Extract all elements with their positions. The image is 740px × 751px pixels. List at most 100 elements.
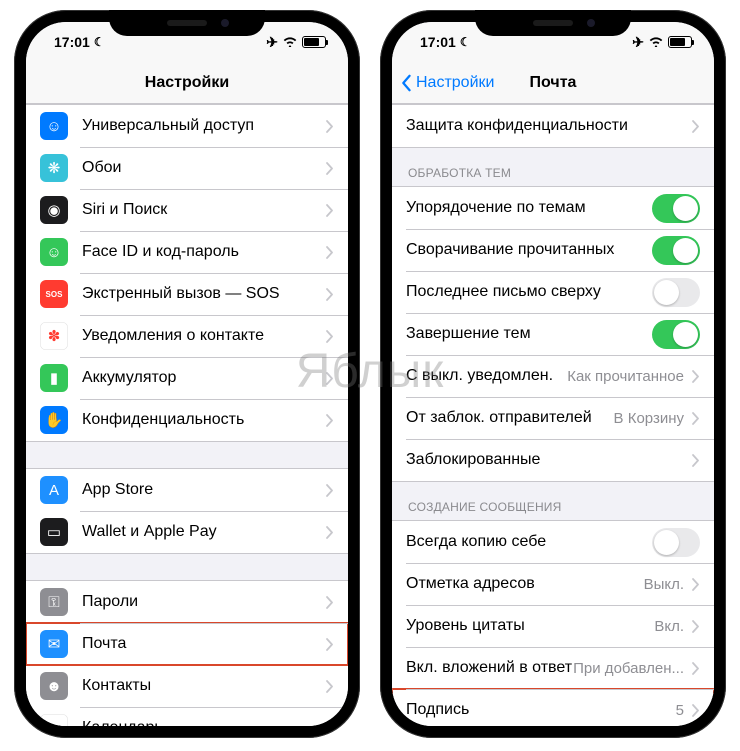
settings-row[interactable]: Сворачивание прочитанных: [392, 229, 714, 271]
row-label: Уведомления о контакте: [82, 327, 326, 345]
chevron-right-icon: [326, 162, 334, 175]
settings-row[interactable]: ✽ Уведомления о контакте: [26, 315, 348, 357]
row-detail: Как прочитанное: [567, 368, 684, 385]
chevron-right-icon: [326, 414, 334, 427]
settings-row[interactable]: Отметка адресовВыкл.: [392, 563, 714, 605]
row-icon: ☻: [40, 672, 68, 700]
settings-row[interactable]: ◉ Siri и Поиск: [26, 189, 348, 231]
settings-row[interactable]: ▮ Аккумулятор: [26, 357, 348, 399]
settings-row[interactable]: Последнее письмо сверху: [392, 271, 714, 313]
settings-row[interactable]: AApp Store: [26, 469, 348, 511]
settings-row[interactable]: ✉Почта: [26, 623, 348, 665]
chevron-right-icon: [692, 454, 700, 467]
group-header: СОЗДАНИЕ СООБЩЕНИЯ: [392, 482, 714, 520]
chevron-right-icon: [692, 620, 700, 633]
row-icon: ✽: [40, 322, 68, 350]
settings-row[interactable]: Подпись5: [392, 689, 714, 726]
settings-row[interactable]: Уровень цитатыВкл.: [392, 605, 714, 647]
chevron-right-icon: [326, 526, 334, 539]
settings-row[interactable]: ☺Универсальный доступ: [26, 105, 348, 147]
settings-row[interactable]: ☻ Контакты: [26, 665, 348, 707]
airplane-icon: ✈: [632, 34, 644, 51]
settings-row[interactable]: С выкл. уведомлен.Как прочитанное: [392, 355, 714, 397]
row-icon: ☺: [40, 238, 68, 266]
chevron-right-icon: [692, 120, 700, 133]
chevron-right-icon: [326, 638, 334, 651]
toggle-switch[interactable]: [652, 320, 700, 349]
settings-row[interactable]: ▭Календарь: [26, 707, 348, 726]
settings-row[interactable]: ▭Wallet и Apple Pay: [26, 511, 348, 553]
nav-bar: Настройки: [26, 62, 348, 104]
settings-row[interactable]: ❋ Обои: [26, 147, 348, 189]
settings-row[interactable]: Упорядочение по темам: [392, 187, 714, 229]
chevron-right-icon: [692, 578, 700, 591]
row-label: Обои: [82, 159, 326, 177]
settings-row[interactable]: Заблокированные: [392, 439, 714, 481]
row-icon: ▮: [40, 364, 68, 392]
page-title: Почта: [530, 74, 577, 92]
row-label: Siri и Поиск: [82, 201, 326, 219]
row-label: Заблокированные: [406, 451, 692, 469]
chevron-right-icon: [692, 704, 700, 717]
airplane-icon: ✈: [266, 34, 278, 51]
page-title: Настройки: [145, 74, 229, 92]
row-detail: Вкл.: [654, 618, 684, 635]
group-header: ОБРАБОТКА ТЕМ: [392, 148, 714, 186]
settings-row[interactable]: ☺Face ID и код-пароль: [26, 231, 348, 273]
settings-row[interactable]: От заблок. отправителейВ Корзину: [392, 397, 714, 439]
toggle-switch[interactable]: [652, 528, 700, 557]
mail-settings-list[interactable]: Защита конфиденциальности ОБРАБОТКА ТЕМУп…: [392, 104, 714, 726]
phone-left: 17:01 ☾ ✈ Настройки ☺Универсальный досту…: [14, 10, 360, 738]
chevron-right-icon: [326, 246, 334, 259]
toggle-switch[interactable]: [652, 278, 700, 307]
row-detail: В Корзину: [614, 410, 684, 427]
settings-row[interactable]: Всегда копию себе: [392, 521, 714, 563]
row-icon: ▭: [40, 714, 68, 726]
row-label: От заблок. отправителей: [406, 409, 614, 427]
toggle-switch[interactable]: [652, 194, 700, 223]
row-icon: ◉: [40, 196, 68, 224]
chevron-right-icon: [326, 680, 334, 693]
chevron-right-icon: [326, 722, 334, 727]
chevron-right-icon: [326, 484, 334, 497]
settings-row[interactable]: ✋Конфиденциальность: [26, 399, 348, 441]
row-icon: SOS: [40, 280, 68, 308]
chevron-right-icon: [326, 596, 334, 609]
back-button[interactable]: Настройки: [400, 74, 494, 92]
settings-row[interactable]: SOSЭкстренный вызов — SOS: [26, 273, 348, 315]
chevron-right-icon: [692, 412, 700, 425]
wifi-icon: [648, 34, 664, 50]
row-label: Вкл. вложений в ответ: [406, 659, 573, 677]
row-detail: Выкл.: [644, 576, 684, 593]
row-label: Пароли: [82, 593, 326, 611]
chevron-right-icon: [326, 372, 334, 385]
row-icon: ❋: [40, 154, 68, 182]
phone-right: 17:01 ☾ ✈ Настройки Почта Защита конфиде…: [380, 10, 726, 738]
notch: [109, 10, 265, 36]
status-time: 17:01: [420, 34, 456, 50]
settings-row[interactable]: ⚿Пароли: [26, 581, 348, 623]
row-icon: ✋: [40, 406, 68, 434]
settings-list[interactable]: ☺Универсальный доступ ❋ Обои ◉ Siri и Поиск ☺…: [26, 104, 348, 726]
row-label: App Store: [82, 481, 326, 499]
row-label: Почта: [82, 635, 326, 653]
row-icon: ▭: [40, 518, 68, 546]
row-label: Уровень цитаты: [406, 617, 654, 635]
chevron-right-icon: [692, 662, 700, 675]
toggle-switch[interactable]: [652, 236, 700, 265]
dnd-icon: ☾: [94, 35, 105, 49]
row-label: Защита конфиденциальности: [406, 117, 692, 135]
settings-row[interactable]: Вкл. вложений в ответПри добавлен...: [392, 647, 714, 689]
nav-bar: Настройки Почта: [392, 62, 714, 104]
screen-left: 17:01 ☾ ✈ Настройки ☺Универсальный досту…: [26, 22, 348, 726]
settings-row[interactable]: Завершение тем: [392, 313, 714, 355]
row-label: Завершение тем: [406, 325, 652, 343]
status-time: 17:01: [54, 34, 90, 50]
row-label: Аккумулятор: [82, 369, 326, 387]
privacy-row[interactable]: Защита конфиденциальности: [392, 105, 714, 147]
battery-icon: [668, 36, 692, 48]
chevron-right-icon: [692, 370, 700, 383]
dnd-icon: ☾: [460, 35, 471, 49]
row-label: Последнее письмо сверху: [406, 283, 652, 301]
row-label: Контакты: [82, 677, 326, 695]
